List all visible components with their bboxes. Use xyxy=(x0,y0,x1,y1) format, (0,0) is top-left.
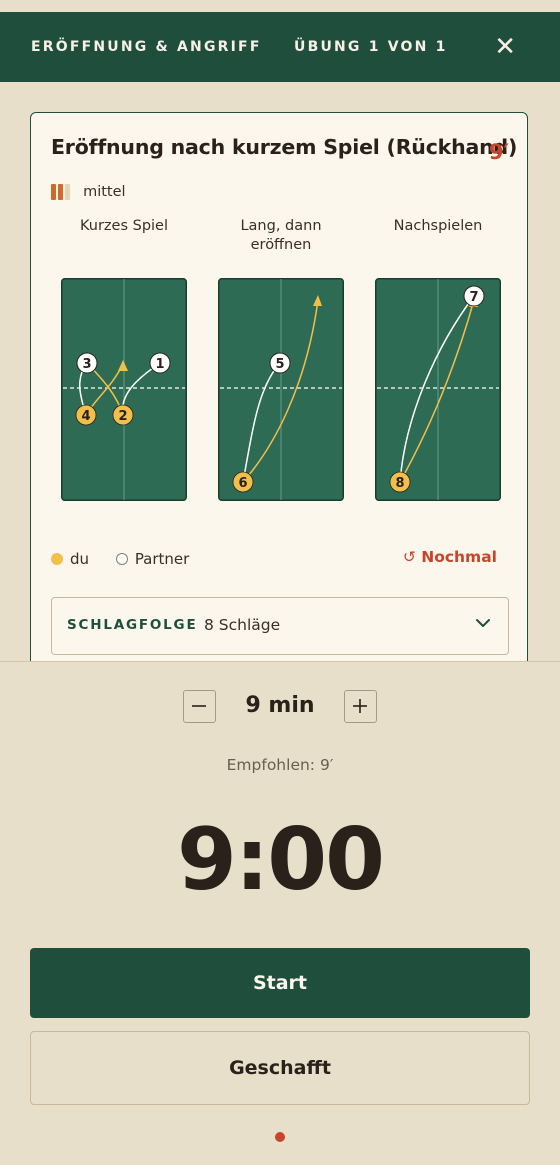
replay-icon: ↺ xyxy=(402,548,416,566)
svg-text:4: 4 xyxy=(81,409,90,424)
page-indicator-dot xyxy=(275,1132,285,1142)
legend: du Partner xyxy=(51,549,211,568)
svg-text:3: 3 xyxy=(82,357,91,372)
difficulty-bar xyxy=(58,183,63,200)
drill-duration: 9′ xyxy=(488,140,509,164)
table-diagram-short: 1 3 2 4 xyxy=(61,278,187,501)
countdown-display: 9:00 xyxy=(177,810,385,910)
duration-value: 9 min xyxy=(245,693,315,718)
svg-text:2: 2 xyxy=(118,409,127,424)
drill-title: Eröffnung nach kurzem Spiel (Rückhand) xyxy=(51,135,518,159)
replay-label: Nochmal xyxy=(421,548,497,566)
drill-card: Eröffnung nach kurzem Spiel (Rückhand) 9… xyxy=(30,112,528,712)
svg-text:1: 1 xyxy=(155,357,164,372)
svg-text:7: 7 xyxy=(469,290,478,305)
minus-icon xyxy=(192,705,206,707)
table-diagram-long: 5 6 xyxy=(218,278,344,501)
sequence-count: 8 Schläge xyxy=(204,616,281,634)
recommended-duration: Empfohlen: 9′ xyxy=(226,756,334,774)
svg-text:5: 5 xyxy=(275,357,284,372)
legend-partner: Partner xyxy=(134,549,190,568)
difficulty-indicator: mittel xyxy=(51,181,126,200)
close-icon[interactable]: ✕ xyxy=(494,12,516,82)
difficulty-label: mittel xyxy=(83,183,126,200)
diagram-label-short: Kurzes Spiel xyxy=(79,218,169,234)
increase-button[interactable] xyxy=(344,690,377,723)
svg-text:8: 8 xyxy=(395,476,404,491)
exercise-progress: ÜBUNG 1 VON 1 xyxy=(294,39,448,55)
replay-button[interactable]: ↺ Nochmal xyxy=(403,548,497,566)
difficulty-bar xyxy=(65,183,70,200)
svg-text:6: 6 xyxy=(238,476,247,491)
difficulty-bar xyxy=(51,183,56,200)
legend-you-icon xyxy=(51,552,63,565)
section-title: ERÖFFNUNG & ANGRIFF xyxy=(31,39,262,55)
top-bar: ERÖFFNUNG & ANGRIFF ÜBUNG 1 VON 1 ✕ xyxy=(0,12,560,82)
start-button[interactable]: Start xyxy=(30,948,530,1018)
sequence-label: SCHLAGFOLGE xyxy=(67,617,198,633)
chevron-down-icon xyxy=(476,619,490,627)
diagram-label-follow: Nachspielen xyxy=(393,218,483,234)
table-diagram-follow: 7 8 xyxy=(375,278,501,501)
legend-partner-icon xyxy=(115,552,128,565)
plus-icon xyxy=(353,699,367,713)
decrease-button[interactable] xyxy=(183,690,216,723)
done-button[interactable]: Geschafft xyxy=(30,1031,530,1105)
timer-sheet: 9 min Empfohlen: 9′ 9:00 Start Geschafft xyxy=(0,661,560,1165)
diagram-label-long: Lang, dann eröffnen xyxy=(240,218,322,253)
legend-you: du xyxy=(70,549,90,568)
sequence-dropdown[interactable]: SCHLAGFOLGE 8 Schläge xyxy=(51,597,509,655)
